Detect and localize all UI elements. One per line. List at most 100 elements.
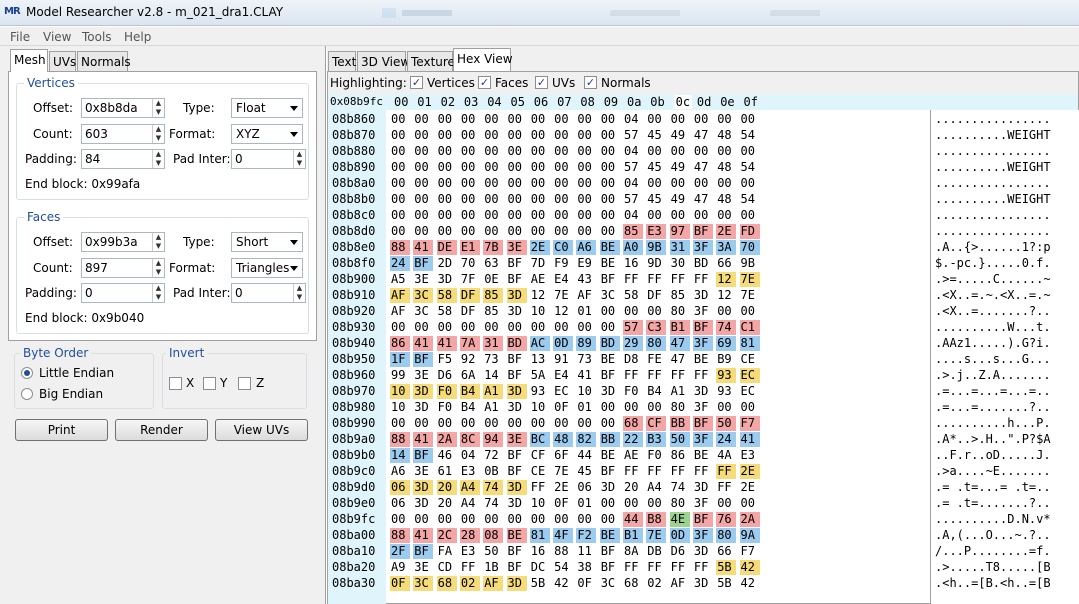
hex-byte[interactable]: 00	[390, 512, 410, 527]
hex-byte[interactable]: 00	[740, 400, 760, 415]
hex-byte[interactable]: FA	[437, 544, 457, 559]
hex-byte[interactable]: 00	[740, 144, 760, 159]
hex-byte[interactable]: 2E	[529, 240, 550, 255]
hex-byte[interactable]: 00	[483, 224, 503, 239]
ascii-row[interactable]: .<X..=.......?..	[935, 304, 1051, 318]
hex-byte[interactable]: 00	[553, 160, 573, 175]
hex-byte[interactable]: 00	[600, 512, 620, 527]
hex-byte[interactable]: C0	[553, 240, 574, 255]
hex-byte[interactable]: 58	[436, 288, 457, 303]
hex-byte[interactable]: 00	[600, 304, 620, 319]
hex-byte[interactable]: DF	[460, 304, 480, 319]
hex-byte[interactable]: 00	[600, 176, 620, 191]
hex-byte[interactable]: 00	[576, 128, 596, 143]
hex-byte[interactable]: 00	[600, 160, 620, 175]
hex-byte[interactable]: 44	[576, 448, 596, 463]
hex-byte[interactable]: 00	[413, 112, 433, 127]
print-button[interactable]: Print	[15, 419, 108, 441]
hex-byte[interactable]: BF	[692, 224, 713, 239]
hex-byte[interactable]: 0F	[576, 576, 596, 591]
spin-arrows-icon[interactable]: ▲ ▼	[152, 259, 164, 277]
hex-byte[interactable]: 00	[390, 128, 410, 143]
ascii-row[interactable]: .AAz1.....).G?i.	[935, 336, 1051, 350]
hex-byte[interactable]: 00	[507, 128, 527, 143]
hex-byte[interactable]: BD	[693, 256, 713, 271]
hex-byte[interactable]: A4	[646, 480, 666, 495]
hex-byte[interactable]: 89	[576, 336, 597, 351]
hex-byte[interactable]: CF	[646, 416, 667, 431]
hex-byte[interactable]: 00	[390, 224, 410, 239]
ascii-row[interactable]: .A*..>.H..".P?$A	[935, 432, 1051, 446]
hex-byte[interactable]: BF	[507, 256, 527, 271]
hex-byte[interactable]: BF	[413, 256, 434, 271]
hex-byte[interactable]: A1	[670, 384, 690, 399]
hex-byte[interactable]: 42	[739, 560, 760, 575]
ascii-row[interactable]: ................	[935, 224, 1051, 238]
hex-byte[interactable]: 01	[576, 304, 596, 319]
hex-byte[interactable]: 47	[693, 160, 713, 175]
hex-byte[interactable]: 42	[553, 576, 573, 591]
hex-byte[interactable]: 00	[740, 176, 760, 191]
hex-byte[interactable]: BF	[600, 560, 620, 575]
hex-byte[interactable]: BB	[599, 432, 620, 447]
hex-byte[interactable]: 00	[693, 144, 713, 159]
hex-byte[interactable]: 00	[460, 320, 480, 335]
hex-byte[interactable]: 12	[530, 288, 550, 303]
hex-byte[interactable]: 8A	[623, 544, 643, 559]
hex-byte[interactable]: 00	[553, 192, 573, 207]
hex-byte[interactable]: 3E	[413, 464, 433, 479]
hex-byte[interactable]: 0F	[553, 496, 573, 511]
hex-byte[interactable]: 47	[669, 336, 690, 351]
menu-tools[interactable]: Tools	[82, 30, 112, 44]
faces-format-select[interactable]: Triangles	[231, 258, 303, 278]
hex-byte[interactable]: BF	[413, 352, 434, 367]
hex-byte[interactable]: 00	[390, 192, 410, 207]
hex-byte[interactable]: 0B	[483, 464, 503, 479]
hex-byte[interactable]: 3C	[600, 576, 620, 591]
invert-x-checkbox[interactable]	[169, 377, 182, 390]
hex-byte[interactable]: 2C	[436, 528, 457, 543]
hex-byte[interactable]: 00	[507, 144, 527, 159]
hex-byte[interactable]: B1	[669, 320, 690, 335]
ascii-row[interactable]: .A,(...O...~.?..	[935, 528, 1051, 542]
hex-byte[interactable]: 00	[437, 320, 457, 335]
hex-byte[interactable]: 3D	[600, 384, 620, 399]
hex-byte[interactable]: 54	[553, 560, 573, 575]
ascii-row[interactable]: .>.....T8.....[B	[935, 560, 1051, 574]
hex-byte[interactable]: BE	[599, 528, 620, 543]
hex-byte[interactable]: 94	[483, 432, 504, 447]
hex-byte[interactable]: 3C	[413, 576, 434, 591]
hex-byte[interactable]: 48	[553, 432, 574, 447]
hex-byte[interactable]: 00	[507, 160, 527, 175]
hex-byte[interactable]: 6F	[553, 448, 573, 463]
tab-hex-view[interactable]: Hex View	[453, 48, 513, 71]
hex-byte[interactable]: 73	[576, 352, 596, 367]
hex-byte[interactable]: A4	[460, 496, 480, 511]
hex-byte[interactable]: 85	[670, 288, 690, 303]
hex-byte[interactable]: 12	[716, 288, 736, 303]
hex-byte[interactable]: 9D	[646, 256, 666, 271]
hex-byte[interactable]: 00	[576, 112, 596, 127]
hex-byte[interactable]: 47	[670, 352, 690, 367]
spin-arrows-icon[interactable]: ▲ ▼	[152, 284, 164, 302]
hex-byte[interactable]: 74	[483, 480, 504, 495]
hex-byte[interactable]: CD	[437, 560, 457, 575]
hex-byte[interactable]: BF	[507, 368, 527, 383]
spin-arrows-icon[interactable]: ▲ ▼	[152, 99, 164, 117]
vertices-format-select[interactable]: XYZ	[231, 124, 303, 144]
hex-byte[interactable]: 16	[530, 544, 550, 559]
hex-byte[interactable]: 00	[483, 160, 503, 175]
ascii-row[interactable]: ..........D.N.v*	[935, 512, 1051, 526]
hex-byte[interactable]: 4E	[669, 512, 690, 527]
hex-byte[interactable]: 22	[623, 432, 643, 447]
hex-byte[interactable]: A0	[623, 240, 643, 255]
hex-byte[interactable]: 72	[483, 448, 503, 463]
hex-byte[interactable]: 2E	[716, 224, 737, 239]
faces-type-select[interactable]: Short	[231, 232, 303, 252]
hex-byte[interactable]: 00	[460, 224, 480, 239]
hex-byte[interactable]: 00	[646, 208, 666, 223]
hex-byte[interactable]: A9	[390, 560, 410, 575]
hex-byte[interactable]: 00	[413, 320, 433, 335]
hex-byte[interactable]: 43	[576, 272, 596, 287]
spin-arrows-icon[interactable]: ▲ ▼	[152, 125, 164, 143]
